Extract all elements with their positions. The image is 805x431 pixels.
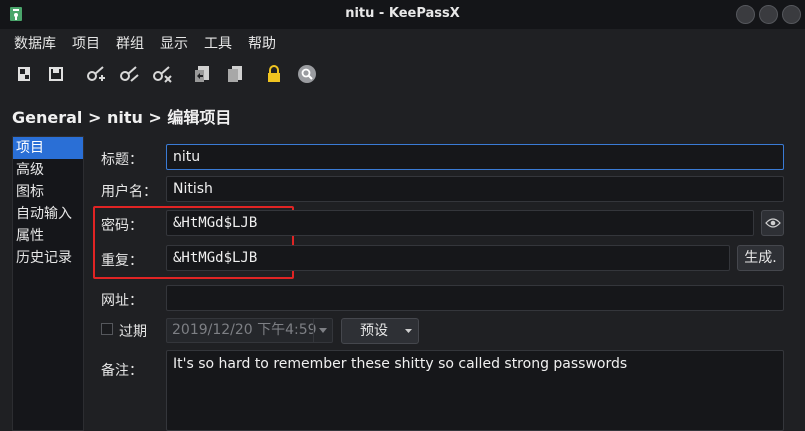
sidebar-item-icon[interactable]: 图标: [13, 181, 83, 203]
menu-entries[interactable]: 项目: [72, 33, 100, 53]
password-label: 密码：: [101, 218, 143, 234]
close-button[interactable]: [782, 5, 801, 24]
notes-textarea[interactable]: It's so hard to remember these shitty so…: [166, 350, 784, 431]
new-database-icon[interactable]: [12, 62, 36, 86]
repeat-password-field[interactable]: &HtMGd$LJB: [166, 245, 730, 271]
sidebar-item-entry[interactable]: 项目: [13, 137, 83, 159]
password-field[interactable]: &HtMGd$LJB: [166, 210, 754, 236]
expires-label: 过期: [119, 324, 147, 340]
copy-username-icon[interactable]: [190, 62, 214, 86]
menu-view[interactable]: 显示: [160, 33, 188, 53]
username-field[interactable]: Nitish: [166, 176, 784, 202]
window-title: nitu - KeePassX: [345, 6, 460, 21]
menu-tools[interactable]: 工具: [204, 33, 232, 53]
expires-checkbox[interactable]: [101, 323, 113, 335]
notes-label: 备注：: [101, 363, 143, 379]
breadcrumb: General > nitu > 编辑项目: [12, 108, 232, 127]
sidebar-item-history[interactable]: 历史记录: [13, 247, 83, 269]
chevron-down-icon: [405, 329, 412, 333]
presets-dropdown[interactable]: 预设: [341, 318, 419, 344]
repeat-label: 重复：: [101, 253, 143, 269]
toolbar: [0, 56, 805, 92]
eye-icon: [764, 218, 781, 228]
presets-label: 预设: [360, 323, 388, 339]
edit-entry-category-list: 项目 高级 图标 自动输入 属性 历史记录: [12, 136, 84, 431]
add-entry-icon[interactable]: [84, 62, 108, 86]
sidebar-item-properties[interactable]: 属性: [13, 225, 83, 247]
title-field[interactable]: nitu: [166, 144, 784, 170]
expiry-datetime-value: 2019/12/20 下午4:59: [172, 322, 317, 338]
sidebar-item-advanced[interactable]: 高级: [13, 159, 83, 181]
edit-entry-icon[interactable]: [117, 62, 141, 86]
title-label: 标题：: [101, 152, 143, 168]
username-label: 用户名：: [101, 184, 157, 200]
menu-help[interactable]: 帮助: [248, 33, 276, 53]
delete-entry-icon[interactable]: [150, 62, 174, 86]
url-label: 网址：: [101, 293, 143, 309]
generate-password-button[interactable]: 生成.: [737, 245, 784, 271]
menu-database[interactable]: 数据库: [14, 33, 56, 53]
maximize-button[interactable]: [759, 5, 778, 24]
expiry-datetime-field[interactable]: 2019/12/20 下午4:59: [166, 318, 333, 343]
menu-bar: 数据库 项目 群组 显示 工具 帮助: [0, 29, 805, 56]
menu-groups[interactable]: 群组: [116, 33, 144, 53]
title-bar: nitu - KeePassX: [0, 0, 805, 30]
url-field[interactable]: [166, 285, 784, 311]
lock-database-icon[interactable]: [262, 62, 286, 86]
chevron-down-icon[interactable]: [313, 319, 332, 342]
toggle-password-visibility-button[interactable]: [761, 210, 784, 236]
minimize-button[interactable]: [736, 5, 755, 24]
search-icon[interactable]: [295, 62, 319, 86]
sidebar-item-autotype[interactable]: 自动输入: [13, 203, 83, 225]
save-database-icon[interactable]: [44, 62, 68, 86]
copy-password-icon[interactable]: [223, 62, 247, 86]
